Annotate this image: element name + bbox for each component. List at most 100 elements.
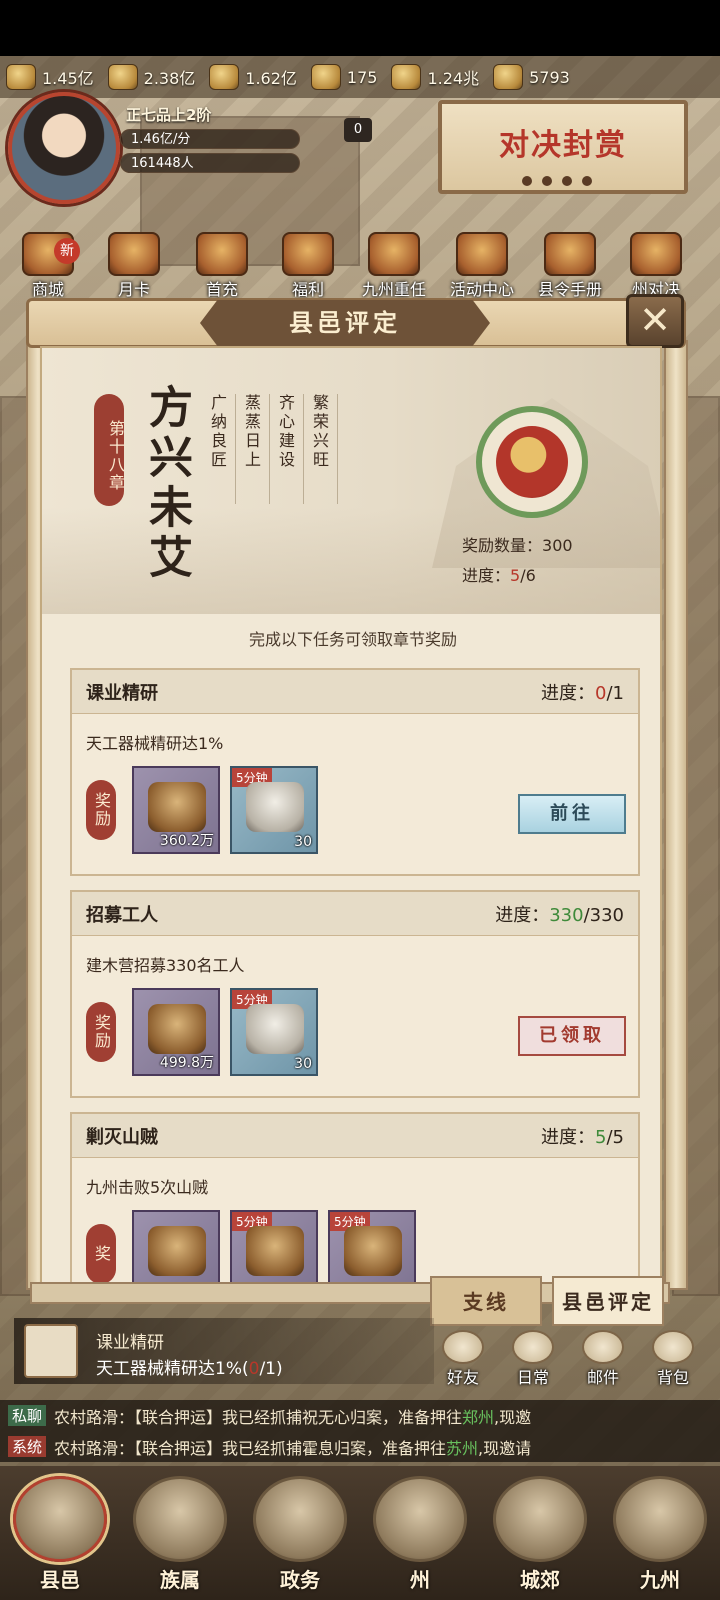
menu-jiuzhou-task[interactable]: 九州重任 (352, 232, 436, 300)
menu-magistrate-manual[interactable]: 县令手册 (528, 232, 612, 300)
daily-button[interactable]: 日常 (502, 1330, 564, 1388)
daily-icon (512, 1330, 554, 1364)
current-quest-title: 课业精研 (96, 1333, 164, 1353)
reward-count: 奖励数量：300 (462, 536, 573, 555)
state-icon (373, 1476, 467, 1562)
reward-item[interactable]: 5分钟 30 (230, 766, 318, 854)
task-header: 招募工人 进度：330/330 (72, 892, 638, 936)
player-avatar[interactable] (8, 92, 120, 204)
reward-item[interactable] (132, 1210, 220, 1284)
coin-pile-icon (6, 64, 36, 90)
reward-item[interactable]: 499.8万 (132, 988, 220, 1076)
resource-copper[interactable]: 175 (310, 64, 377, 90)
task-desc: 建木营招募330名工人 (86, 956, 245, 975)
menu-state-duel[interactable]: 州对决 (614, 232, 698, 300)
resource-coins[interactable]: 1.45亿 (6, 64, 94, 90)
nav-family[interactable]: 族属 (120, 1466, 240, 1600)
welfare-icon (282, 232, 334, 276)
task-card: 剿灭山贼 进度：5/5 九州击败5次山贼 奖 5分钟 5分钟 (70, 1112, 640, 1284)
tab-county-review[interactable]: 县邑评定 (552, 1276, 664, 1326)
task-hint: 完成以下任务可领取章节奖励 (248, 630, 457, 649)
chapter-progress: 进度：5/6 (462, 566, 536, 585)
resource-silver[interactable]: 1.24兆 (391, 64, 479, 90)
jiuzhou-icon (613, 1476, 707, 1562)
menu-event-center[interactable]: 活动中心 (440, 232, 524, 300)
nav-jiuzhou[interactable]: 九州 (600, 1466, 720, 1600)
reward-tag: 奖励 (86, 780, 116, 840)
go-button[interactable]: 前往 (518, 794, 626, 834)
claimed-button[interactable]: 已领取 (518, 1016, 626, 1056)
player-rank: 正七品上2阶 (126, 106, 212, 124)
resource-timber[interactable]: 2.38亿 (107, 64, 195, 90)
current-quest[interactable]: 课业精研 天工器械精研达1%(0/1) (14, 1318, 434, 1384)
chapter-goal: 齐心建设 (270, 394, 304, 504)
population-bar: 161448人 (120, 153, 300, 173)
jiuzhou-task-icon (368, 232, 420, 276)
copper-coin-icon (310, 64, 341, 90)
menu-welfare[interactable]: 福利 (266, 232, 350, 300)
ingot-icon (493, 64, 524, 90)
resource-ingot[interactable]: 5793 (493, 64, 570, 90)
scroll-rod-right (664, 340, 688, 1290)
hammer-icon (246, 1004, 304, 1054)
resource-grain[interactable]: 1.62亿 (209, 64, 297, 90)
chat-tag-private: 私聊 (8, 1405, 47, 1426)
quest-scroll-icon (24, 1324, 78, 1378)
reward-item[interactable]: 360.2万 (132, 766, 220, 854)
task-progress: 进度：0/1 (541, 682, 624, 704)
chapter-goals: 广纳良匠 蒸蒸日上 齐心建设 繁荣兴旺 (202, 394, 338, 504)
helmet-icon (344, 1226, 402, 1276)
timber-bundle-icon (148, 782, 206, 832)
banner-page-dots (522, 176, 592, 186)
reward-tag: 奖励 (86, 1002, 116, 1062)
log-icon (148, 1004, 206, 1054)
reward-item[interactable]: 5分钟 30 (230, 988, 318, 1076)
reward-item[interactable]: 5分钟 (328, 1210, 416, 1284)
chapter-reward-icon[interactable] (476, 406, 588, 518)
chat-panel[interactable]: 私聊 农村路滑：【联合押运】我已经抓捕祝无心归案，准备押往 郑州 ,现邀 系统 农村… (0, 1400, 720, 1462)
task-name: 课业精研 (86, 682, 158, 704)
chat-line: 系统 农村路滑：【联合押运】我已经抓捕霍息归案，准备押往 苏州 ,现邀请 (0, 1431, 720, 1462)
first-charge-icon (196, 232, 248, 276)
nav-county[interactable]: 县邑 (0, 1466, 120, 1600)
top-menu: 商城 月卡 首充 福利 九州重任 活动中心 县令手册 州对决 (0, 232, 720, 300)
menu-month-card[interactable]: 月卡 (92, 232, 176, 300)
tab-branch[interactable]: 支线 (430, 1276, 542, 1326)
bottom-nav: 县邑 族属 政务 州 城郊 九州 (0, 1466, 720, 1600)
chapter-goal: 蒸蒸日上 (236, 394, 270, 504)
suburb-icon (493, 1476, 587, 1562)
timber-icon (107, 64, 138, 90)
task-card: 招募工人 进度：330/330 建木营招募330名工人 奖励 499.8万 5分… (70, 890, 640, 1098)
side-buttons: 好友 日常 邮件 背包 (432, 1330, 712, 1390)
reward-tag: 奖 (86, 1224, 116, 1284)
menu-shop[interactable]: 商城 (6, 232, 90, 300)
friends-button[interactable]: 好友 (432, 1330, 494, 1388)
coin-pouch-icon (496, 426, 568, 498)
mail-button[interactable]: 邮件 (572, 1330, 634, 1388)
task-header: 剿灭山贼 进度：5/5 (72, 1114, 638, 1158)
county-icon (13, 1476, 107, 1562)
menu-first-charge[interactable]: 首充 (180, 232, 264, 300)
notification-badge[interactable]: 0 (344, 118, 372, 142)
chapter-goal: 繁荣兴旺 (304, 394, 338, 504)
nav-suburb[interactable]: 城郊 (480, 1466, 600, 1600)
resource-bar: 1.45亿 2.38亿 1.62亿 175 1.24兆 5793 (0, 56, 720, 98)
reward-item[interactable]: 5分钟 (230, 1210, 318, 1284)
close-button[interactable]: ✕ (626, 294, 684, 348)
silver-coin-icon (391, 64, 422, 90)
state-duel-icon (630, 232, 682, 276)
duel-reward-banner[interactable]: 对决封赏 (438, 100, 688, 194)
family-icon (133, 1476, 227, 1562)
bag-button[interactable]: 背包 (642, 1330, 704, 1388)
task-desc: 天工器械精研达1% (86, 734, 224, 753)
modal-body: 第十八章 方兴未艾 广纳良匠 蒸蒸日上 齐心建设 繁荣兴旺 奖励数量：300 进… (40, 346, 662, 1286)
nav-state[interactable]: 州 (360, 1466, 480, 1600)
chapter-header: 第十八章 方兴未艾 广纳良匠 蒸蒸日上 齐心建设 繁荣兴旺 奖励数量：300 进… (42, 348, 660, 614)
task-progress: 进度：330/330 (495, 904, 624, 926)
task-header: 课业精研 进度：0/1 (72, 670, 638, 714)
friends-icon (442, 1330, 484, 1364)
player-info: 正七品上2阶 1.46亿/分 161448人 (120, 104, 310, 173)
nav-affairs[interactable]: 政务 (240, 1466, 360, 1600)
task-name: 剿灭山贼 (86, 1126, 158, 1148)
chat-line: 私聊 农村路滑：【联合押运】我已经抓捕祝无心归案，准备押往 郑州 ,现邀 (0, 1400, 720, 1431)
